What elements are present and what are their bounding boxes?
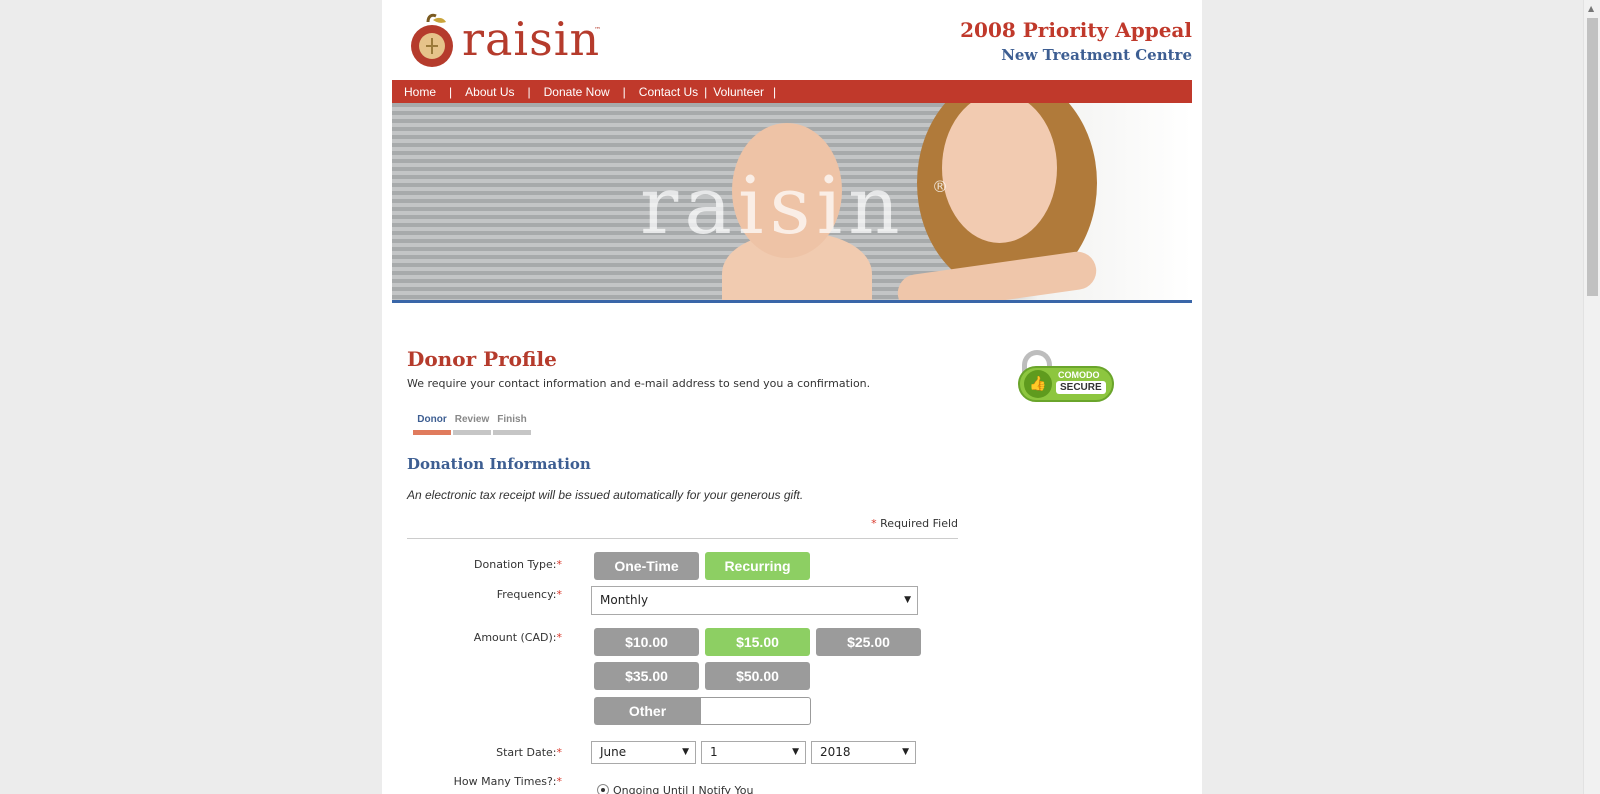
nav-separator: | <box>773 84 777 99</box>
required-star: * <box>556 746 563 759</box>
required-star: * <box>556 631 563 644</box>
step-review: Review <box>452 414 492 435</box>
amount-label-text: Amount (CAD): <box>473 631 557 644</box>
chevron-down-icon: ▼ <box>792 747 799 757</box>
donation-type-label-text: Donation Type: <box>474 558 557 571</box>
page-description: We require your contact information and … <box>407 377 871 390</box>
banner-watermark: raisin <box>640 159 906 252</box>
how-many-times-label-text: How Many Times?: <box>453 775 557 788</box>
nav-donate-now[interactable]: Donate Now <box>544 85 610 99</box>
scroll-up-arrow-icon[interactable]: ▲ <box>1588 4 1594 13</box>
logo-wordmark: raisin <box>462 12 601 66</box>
thumbs-up-icon: 👍 <box>1024 370 1052 398</box>
start-month-value: June <box>600 745 627 759</box>
one-time-button[interactable]: One-Time <box>594 552 699 580</box>
chevron-down-icon: ▼ <box>904 595 911 605</box>
amount-label: Amount (CAD):* <box>382 631 562 644</box>
step-finish: Finish <box>492 414 532 435</box>
raisin-fruit-icon <box>411 13 453 67</box>
step-donor: Donor <box>412 414 452 435</box>
nav-separator: | <box>449 84 453 99</box>
chevron-down-icon: ▼ <box>682 747 689 757</box>
nav-home[interactable]: Home <box>404 85 436 99</box>
start-day-select[interactable]: 1 ▼ <box>701 741 806 764</box>
step-label: Review <box>454 414 490 425</box>
nav-separator: | <box>704 84 708 99</box>
nav-separator: | <box>622 84 626 99</box>
start-month-select[interactable]: June ▼ <box>591 741 696 764</box>
step-label: Finish <box>497 414 527 425</box>
comodo-secure-badge[interactable]: 👍 COMODO SECURE <box>1018 350 1114 404</box>
frequency-value: Monthly <box>600 593 649 607</box>
required-field-note: * Required Field <box>407 517 958 530</box>
amount-15-button[interactable]: $15.00 <box>705 628 810 656</box>
amount-10-button[interactable]: $10.00 <box>594 628 699 656</box>
ongoing-radio-label: Ongoing Until I Notify You <box>613 784 754 794</box>
page-title: Donor Profile <box>407 347 557 371</box>
progress-steps: Donor Review Finish <box>412 414 532 435</box>
main-nav: Home | About Us | Donate Now | Contact U… <box>392 80 1192 103</box>
step-bar <box>413 430 451 435</box>
banner-underline <box>392 300 1192 303</box>
raisin-logo[interactable]: raisin ™ <box>406 12 606 68</box>
hero-banner: raisin ® <box>392 103 1192 303</box>
appeal-subtitle: New Treatment Centre <box>1001 46 1192 64</box>
secure-badge-line1: COMODO <box>1058 370 1100 380</box>
secure-badge-line2: SECURE <box>1056 381 1106 394</box>
required-star: * <box>871 517 877 530</box>
nav-about-us[interactable]: About Us <box>465 85 514 99</box>
other-amount-input[interactable] <box>701 697 811 725</box>
ongoing-radio[interactable] <box>597 784 609 794</box>
frequency-select[interactable]: Monthly ▼ <box>591 586 918 615</box>
required-star: * <box>556 588 563 601</box>
appeal-title: 2008 Priority Appeal <box>960 18 1192 42</box>
frequency-label-text: Frequency: <box>496 588 557 601</box>
nav-separator: | <box>527 84 531 99</box>
start-day-value: 1 <box>710 745 718 759</box>
start-year-select[interactable]: 2018 ▼ <box>811 741 916 764</box>
donation-type-label: Donation Type:* <box>382 558 562 571</box>
logo-trademark: ™ <box>594 26 601 34</box>
nav-volunteer[interactable]: Volunteer <box>713 85 764 99</box>
required-field-text: Required Field <box>880 517 958 530</box>
amount-50-button[interactable]: $50.00 <box>705 662 810 690</box>
banner-registered-mark: ® <box>932 177 948 196</box>
frequency-label: Frequency:* <box>382 588 562 601</box>
how-many-times-label: How Many Times?:* <box>382 775 562 788</box>
recurring-button[interactable]: Recurring <box>705 552 810 580</box>
required-star: * <box>556 775 563 788</box>
amount-25-button[interactable]: $25.00 <box>816 628 921 656</box>
tax-receipt-note: An electronic tax receipt will be issued… <box>407 488 804 502</box>
required-star: * <box>556 558 563 571</box>
chevron-down-icon: ▼ <box>902 747 909 757</box>
nav-contact-us[interactable]: Contact Us <box>639 85 698 99</box>
page-container: raisin ™ 2008 Priority Appeal New Treatm… <box>382 0 1202 794</box>
scrollbar-thumb[interactable] <box>1587 18 1598 296</box>
other-amount-button[interactable]: Other <box>594 697 701 725</box>
amount-35-button[interactable]: $35.00 <box>594 662 699 690</box>
step-bar <box>453 430 491 435</box>
start-year-value: 2018 <box>820 745 851 759</box>
step-label: Donor <box>417 414 447 425</box>
step-bar <box>493 430 531 435</box>
start-date-label-text: Start Date: <box>496 746 557 759</box>
page-scrollbar[interactable]: ▲ <box>1583 0 1600 794</box>
section-title-donation: Donation Information <box>407 455 591 473</box>
divider <box>407 538 958 539</box>
start-date-label: Start Date:* <box>382 746 562 759</box>
